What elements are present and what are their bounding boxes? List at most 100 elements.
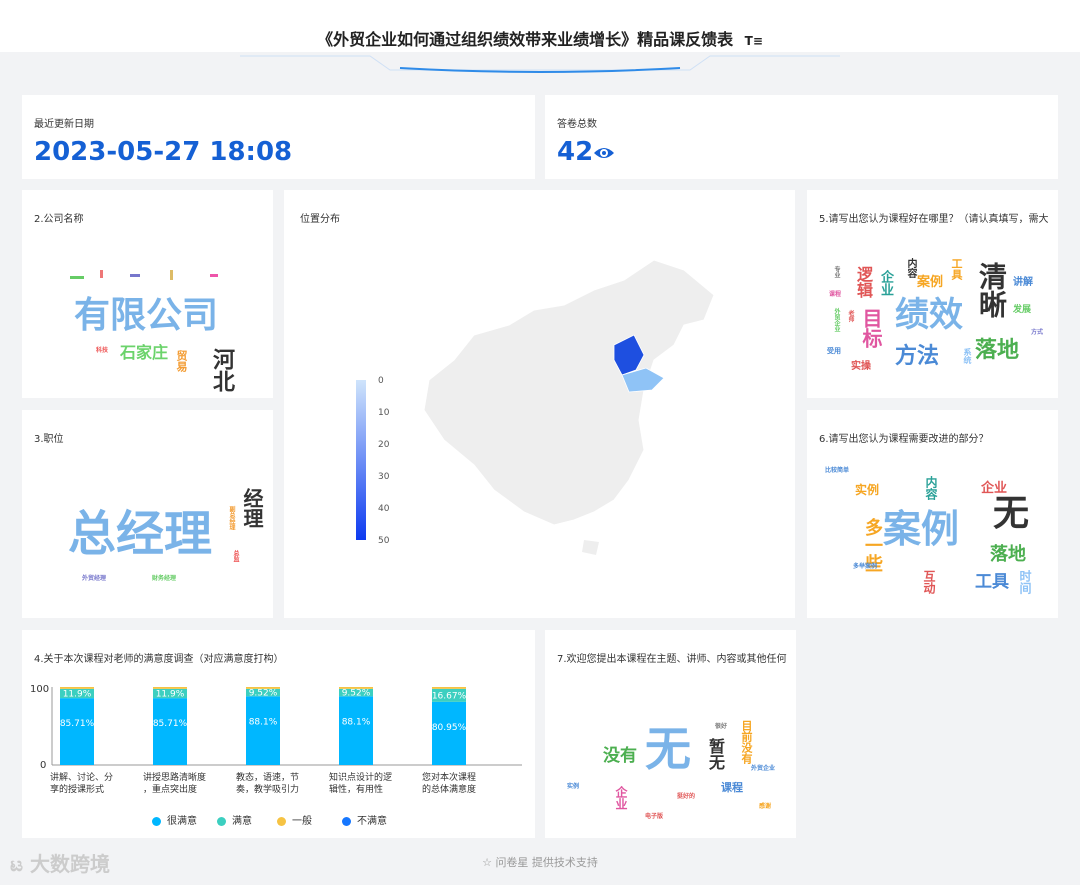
word-other-9: 外贸企业 bbox=[751, 765, 776, 772]
bar-segment bbox=[246, 687, 280, 689]
company-card: 2.公司名称 有限公司 石家庄 河北 贸易 科技 bbox=[22, 190, 273, 398]
word-company-1: 石家庄 bbox=[120, 343, 169, 362]
word-other-10: 电子版 bbox=[645, 813, 664, 820]
legend-label: 满意 bbox=[232, 816, 252, 827]
other-title: 7.欢迎您提出本课程在主题、讲师、内容或其他任何 bbox=[557, 654, 787, 665]
word-company-3: 贸易 bbox=[175, 350, 188, 372]
word-good-1: 清晰 bbox=[975, 262, 1008, 318]
word-good-14: 外贸企业 bbox=[833, 308, 840, 332]
y-tick: 100 bbox=[30, 684, 49, 695]
bar-segment bbox=[153, 687, 187, 689]
word-position-2: 外贸经理 bbox=[82, 575, 107, 582]
word-other-5: 企业 bbox=[614, 786, 628, 810]
good-points-title: 5.请写出您认为课程好在哪里？（请认真填写，需大 bbox=[819, 214, 1049, 225]
word-improve-7: 内容 bbox=[924, 476, 938, 500]
legend-item-unsatisfied[interactable]: 不满意 bbox=[342, 812, 387, 827]
map-legend-tick: 20 bbox=[378, 440, 390, 450]
footer-text[interactable]: 问卷星 提供技术支持 bbox=[495, 856, 598, 869]
legend-label: 很满意 bbox=[167, 816, 197, 827]
map-legend-tick: 0 bbox=[378, 376, 384, 386]
x-tick-label: 知识点设计的逻辑性，有用性 bbox=[329, 771, 392, 795]
satisfaction-card: 4.关于本次课程对老师的满意度调查（对应满意度打构） 100 0 85.71% 1… bbox=[22, 630, 535, 838]
word-other-2: 暂无 bbox=[706, 738, 725, 770]
word-good-3: 落地 bbox=[975, 338, 1020, 363]
legend-dot-icon bbox=[217, 816, 226, 826]
bar-label: 9.52% bbox=[249, 689, 278, 699]
other-card: 7.欢迎您提出本课程在主题、讲师、内容或其他任何 无 没有 暂无 目前没有 课程… bbox=[545, 630, 796, 838]
legend-dot-icon bbox=[277, 816, 286, 826]
bar-segment bbox=[153, 698, 187, 765]
word-good-0: 绩效 bbox=[895, 295, 963, 335]
bar-label: 88.1% bbox=[249, 717, 278, 727]
total-responses-label: 答卷总数 bbox=[557, 119, 597, 130]
map-legend-tick: 10 bbox=[378, 408, 390, 418]
company-card-title: 2.公司名称 bbox=[34, 214, 84, 225]
legend-label: 一般 bbox=[292, 816, 312, 827]
word-improve-11: 多举案例 bbox=[853, 563, 878, 570]
word-position-3: 财务经理 bbox=[152, 575, 177, 582]
legend-item-very-satisfied[interactable]: 很满意 bbox=[152, 812, 197, 827]
word-other-0: 无 bbox=[645, 722, 691, 776]
word-other-4: 课程 bbox=[721, 781, 743, 794]
star-icon: ☆ bbox=[482, 856, 492, 869]
legend-dot-icon bbox=[152, 816, 161, 826]
word-improve-3: 落地 bbox=[990, 544, 1026, 565]
word-other-11: 感谢 bbox=[759, 803, 772, 810]
word-position-5: 总监 bbox=[232, 550, 239, 562]
bar-label: 11.9% bbox=[156, 690, 185, 700]
improve-card: 6.请写出您认为课程需要改进的部分？ 案例 无 多一些 落地 工具 企业 实例 … bbox=[807, 410, 1058, 618]
x-tick-label: 讲解、讨论、分享的授课形式 bbox=[50, 771, 113, 795]
x-tick-label: 教态，语速，节奏，教学吸引力 bbox=[236, 771, 299, 795]
word-good-7: 企业 bbox=[878, 270, 893, 296]
word-position-1: 经理 bbox=[240, 488, 264, 528]
word-other-7: 挺好的 bbox=[677, 793, 696, 800]
word-good-12: 实操 bbox=[851, 361, 871, 372]
word-good-16: 课程 bbox=[829, 291, 842, 298]
legend-item-satisfied[interactable]: 满意 bbox=[217, 812, 252, 827]
word-other-3: 目前没有 bbox=[740, 720, 753, 764]
bar-label: 85.71% bbox=[60, 719, 95, 729]
legend-dot-icon bbox=[342, 816, 351, 826]
word-position-0: 总经理 bbox=[68, 506, 213, 562]
word-other-8: 很好 bbox=[715, 723, 728, 730]
word-improve-6: 实例 bbox=[855, 483, 880, 497]
china-map[interactable] bbox=[414, 250, 724, 560]
word-improve-0: 案例 bbox=[883, 507, 960, 551]
update-date-card: 最近更新日期 2023-05-27 18:08 bbox=[22, 95, 535, 179]
title-decoration bbox=[240, 55, 840, 73]
legend-item-average[interactable]: 一般 bbox=[277, 812, 312, 827]
total-responses-card: 答卷总数 42 bbox=[545, 95, 1058, 179]
word-other-1: 没有 bbox=[603, 746, 637, 766]
word-improve-5: 企业 bbox=[981, 481, 1008, 496]
update-date-label: 最近更新日期 bbox=[34, 119, 94, 130]
update-date-value: 2023-05-27 18:08 bbox=[34, 137, 293, 167]
map-legend-tick: 40 bbox=[378, 504, 390, 514]
y-tick: 0 bbox=[40, 760, 46, 771]
bar-label: 9.52% bbox=[342, 689, 371, 699]
word-improve-1: 无 bbox=[993, 493, 1030, 534]
map-legend-tick: 50 bbox=[378, 536, 390, 546]
bar-segment bbox=[339, 696, 373, 765]
word-good-15: 受用 bbox=[827, 347, 841, 355]
satisfaction-chart: 100 0 85.71% 11.9% 讲解、讨论、分享的授课形式 85.71% 11.9… bbox=[30, 684, 522, 795]
word-good-2: 方法 bbox=[895, 344, 940, 369]
word-good-6: 案例 bbox=[917, 275, 944, 290]
word-good-9: 讲解 bbox=[1013, 277, 1033, 288]
word-position-4: 副总经理 bbox=[228, 506, 235, 530]
footer: ☆ 问卷星 提供技术支持 bbox=[0, 854, 1080, 870]
word-improve-9: 时间 bbox=[1018, 570, 1032, 594]
bar-label: 11.9% bbox=[63, 690, 92, 700]
word-good-8: 工具 bbox=[950, 258, 963, 280]
map-legend-tick: 30 bbox=[378, 472, 390, 482]
word-good-18: 老师 bbox=[847, 310, 854, 322]
map-card: 位置分布 0 10 20 30 40 50 bbox=[284, 190, 795, 618]
word-improve-10: 比较简单 bbox=[825, 467, 850, 474]
x-tick-label: 讲授思路清晰度，重点突出度 bbox=[143, 771, 206, 795]
bar-segment bbox=[246, 696, 280, 765]
legend-label: 不满意 bbox=[357, 816, 387, 827]
eye-icon[interactable] bbox=[593, 145, 615, 161]
bar-label: 85.71% bbox=[153, 719, 188, 729]
good-points-card: 5.请写出您认为课程好在哪里？（请认真填写，需大 绩效 清晰 方法 落地 目标 … bbox=[807, 190, 1058, 398]
position-card-title: 3.职位 bbox=[34, 434, 64, 445]
word-good-19: 专业 bbox=[833, 266, 840, 278]
